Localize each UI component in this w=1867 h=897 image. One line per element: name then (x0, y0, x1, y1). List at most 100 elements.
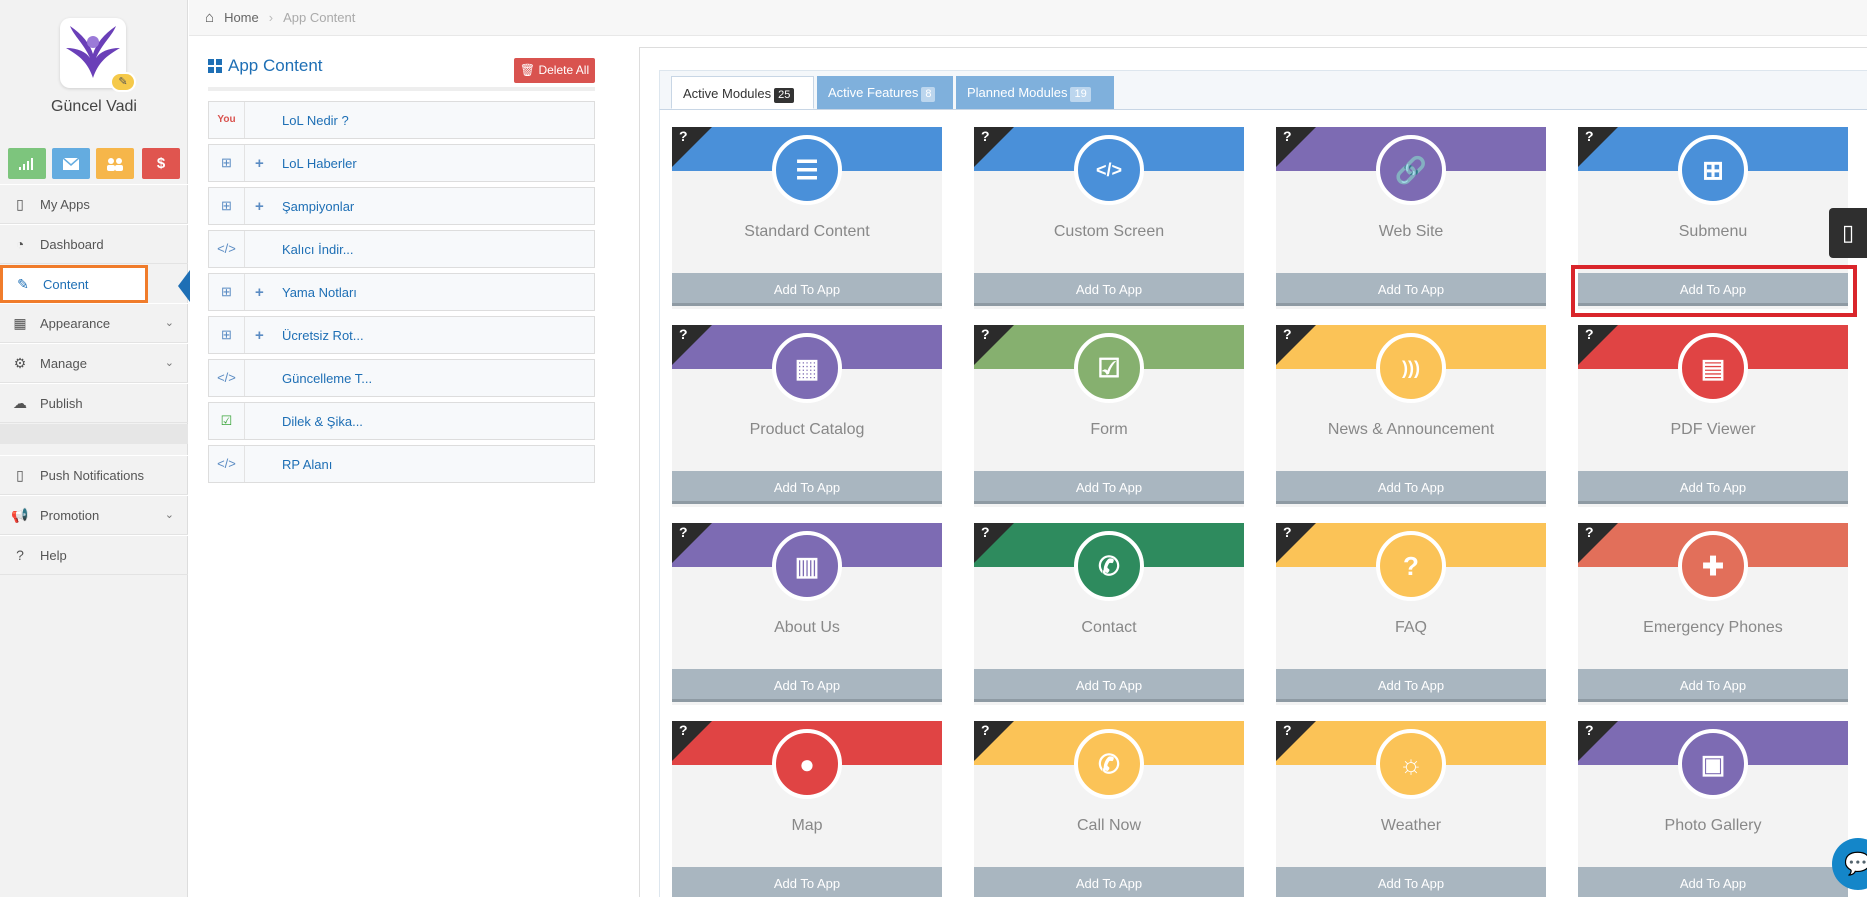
edit-logo-button[interactable]: ✎ (110, 72, 136, 92)
add-to-app-button-form[interactable]: Add To App (974, 471, 1244, 504)
help-icon[interactable]: ? (679, 128, 688, 144)
help-icon[interactable]: ? (981, 128, 990, 144)
content-item-label: Dilek & Şika... (282, 414, 363, 429)
add-to-app-button-product-catalog[interactable]: Add To App (672, 471, 942, 504)
help-icon[interactable]: ? (1585, 326, 1594, 342)
module-card: ? ✆ Contact Add To App (974, 523, 1244, 705)
tab-planned-modules[interactable]: Planned Modules 19 (956, 76, 1114, 109)
expand-icon[interactable]: + (255, 327, 264, 344)
content-list-item[interactable]: You LoL Nedir ? (208, 101, 595, 139)
chevron-down-icon: ⌄ (164, 509, 174, 521)
help-corner[interactable] (974, 127, 1014, 167)
chat-icon: 💬 (1844, 851, 1867, 876)
phone-icon: ✆ (1074, 531, 1144, 601)
app-name: Güncel Vadi (51, 98, 137, 115)
sidebar-item-help[interactable]: ? Help (0, 535, 188, 575)
help-corner[interactable] (974, 523, 1014, 563)
module-title: Web Site (1378, 223, 1444, 240)
add-to-app-button-faq[interactable]: Add To App (1276, 669, 1546, 702)
content-list-item[interactable]: ⊞ + Ücretsiz Rot... (208, 316, 595, 354)
help-corner[interactable] (672, 721, 712, 761)
module-card: ? ▤ PDF Viewer Add To App (1578, 325, 1848, 507)
help-corner[interactable] (1276, 721, 1316, 761)
help-icon[interactable]: ? (1283, 326, 1292, 342)
help-corner[interactable] (1578, 325, 1618, 365)
add-to-app-button-web-site[interactable]: Add To App (1276, 273, 1546, 306)
add-to-app-button-custom-screen[interactable]: Add To App (974, 273, 1244, 306)
sidebar-item-manage[interactable]: ⚙ Manage ⌄ (0, 343, 188, 383)
code-icon: </> (209, 360, 245, 396)
add-to-app-button-standard-content[interactable]: Add To App (672, 273, 942, 306)
add-to-app-button-pdf-viewer[interactable]: Add To App (1578, 471, 1848, 504)
add-to-app-button-photo-gallery[interactable]: Add To App (1578, 867, 1848, 897)
home-icon[interactable]: ⌂ (205, 9, 214, 26)
help-icon[interactable]: ? (1283, 128, 1292, 144)
help-icon[interactable]: ? (679, 326, 688, 342)
phone-preview-toggle[interactable]: ▯ (1829, 208, 1867, 258)
help-icon[interactable]: ? (981, 524, 990, 540)
help-corner[interactable] (672, 325, 712, 365)
tab-label: Active Features (828, 85, 919, 100)
add-to-app-button-about-us[interactable]: Add To App (672, 669, 942, 702)
help-icon[interactable]: ? (981, 722, 990, 738)
content-list-item[interactable]: ⊞ + Yama Notları (208, 273, 595, 311)
help-icon[interactable]: ? (1283, 524, 1292, 540)
breadcrumb: ⌂ Home › App Content (189, 0, 1867, 36)
billing-button[interactable]: $ (142, 148, 180, 179)
tab-active-modules[interactable]: Active Modules 25 (671, 76, 814, 109)
help-icon[interactable]: ? (1585, 128, 1594, 144)
sidebar-item-content[interactable]: ✎ Content (0, 265, 148, 303)
tab-active-features[interactable]: Active Features 8 (817, 76, 953, 109)
add-to-app-button-contact[interactable]: Add To App (974, 669, 1244, 702)
breadcrumb-separator: › (268, 10, 274, 25)
add-to-app-button-weather[interactable]: Add To App (1276, 867, 1546, 897)
content-list-item[interactable]: </> Güncelleme T... (208, 359, 595, 397)
sidebar-item-promotion[interactable]: 📢 Promotion ⌄ (0, 495, 188, 535)
mobile-icon: ▯ (1841, 220, 1855, 245)
sidebar-item-appearance[interactable]: ▦ Appearance ⌄ (0, 303, 188, 343)
module-card: ? </> Custom Screen Add To App (974, 127, 1244, 309)
sidebar-item-label: Manage (40, 355, 87, 371)
help-corner[interactable] (1578, 523, 1618, 563)
help-icon[interactable]: ? (1283, 722, 1292, 738)
add-to-app-button-emergency-phones[interactable]: Add To App (1578, 669, 1848, 702)
help-corner[interactable] (1578, 127, 1618, 167)
delete-all-button[interactable]: 🗑 Delete All (514, 58, 595, 83)
add-to-app-button-call-now[interactable]: Add To App (974, 867, 1244, 897)
help-corner[interactable] (974, 721, 1014, 761)
content-list-item[interactable]: </> RP Alanı (208, 445, 595, 483)
messages-button[interactable] (52, 148, 90, 179)
help-corner[interactable] (974, 325, 1014, 365)
sidebar-item-my-apps[interactable]: ▯ My Apps (0, 184, 188, 224)
help-icon[interactable]: ? (1585, 524, 1594, 540)
sidebar-item-dashboard[interactable]: ◔ Dashboard (0, 224, 188, 264)
help-icon[interactable]: ? (981, 326, 990, 342)
content-item-label: Güncelleme T... (282, 371, 373, 386)
expand-icon[interactable]: + (255, 284, 264, 301)
expand-icon[interactable]: + (255, 198, 264, 215)
sidebar-item-push-notifications[interactable]: ▯ Push Notifications (0, 455, 188, 495)
content-list-item[interactable]: </> Kalıcı İndir... (208, 230, 595, 268)
help-icon[interactable]: ? (1585, 722, 1594, 738)
content-list-item[interactable]: ⊞ + LoL Haberler (208, 144, 595, 182)
expand-icon[interactable]: + (255, 155, 264, 172)
help-icon[interactable]: ? (679, 524, 688, 540)
help-icon[interactable]: ? (679, 722, 688, 738)
stats-button[interactable] (8, 148, 46, 179)
help-corner[interactable] (1276, 523, 1316, 563)
help-corner[interactable] (1276, 127, 1316, 167)
help-corner[interactable] (1578, 721, 1618, 761)
add-to-app-button-map[interactable]: Add To App (672, 867, 942, 897)
users-button[interactable] (96, 148, 134, 179)
help-corner[interactable] (672, 523, 712, 563)
help-corner[interactable] (1276, 325, 1316, 365)
module-card: ?))) News & Announcement Add To App (1276, 325, 1546, 507)
module-card: ? ▣ Photo Gallery Add To App (1578, 721, 1848, 897)
help-corner[interactable] (672, 127, 712, 167)
content-list-item[interactable]: ⊞ + Şampiyonlar (208, 187, 595, 225)
breadcrumb-home-link[interactable]: Home (224, 10, 259, 25)
add-to-app-button-news-announcement[interactable]: Add To App (1276, 471, 1546, 504)
content-list-item[interactable]: ☑ Dilek & Şika... (208, 402, 595, 440)
sidebar-item-publish[interactable]: ☁ Publish (0, 383, 188, 423)
content-item-label: Yama Notları (282, 285, 357, 300)
